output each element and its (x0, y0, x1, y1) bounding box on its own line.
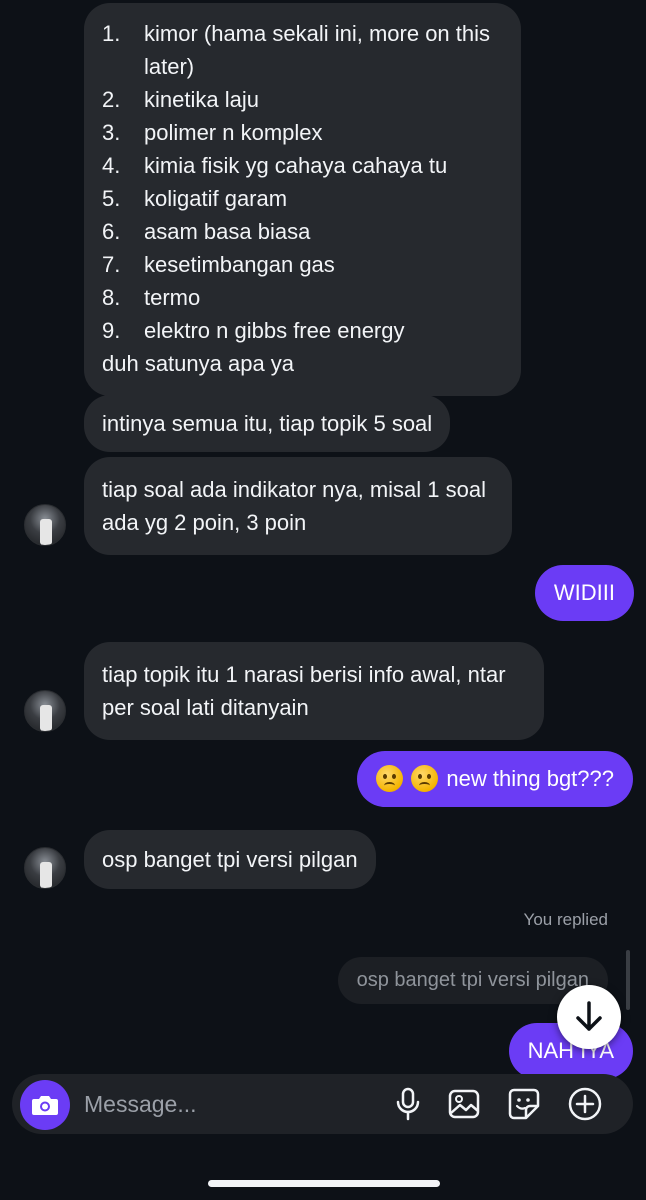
sticker-button[interactable] (506, 1086, 542, 1122)
list-item: 9. elektro n gibbs free energy (102, 318, 405, 343)
image-icon (448, 1089, 480, 1119)
list-item: 5. koligatif garam (102, 186, 288, 211)
message-input[interactable] (84, 1088, 374, 1120)
message-bubble-topic-list[interactable]: 1. kimor (hama sekali ini, more on this … (84, 3, 521, 396)
home-indicator[interactable] (208, 1180, 440, 1187)
list-item: 1. kimor (hama sekali ini, more on this … (102, 21, 491, 79)
microphone-icon (396, 1087, 420, 1121)
reply-bar (626, 950, 630, 1010)
plus-circle-icon (568, 1087, 602, 1121)
avatar[interactable] (24, 690, 66, 732)
scroll-to-bottom-button[interactable] (557, 985, 621, 1049)
message-footer-text: duh satunya apa ya (102, 351, 295, 376)
worried-face-emoji (376, 765, 404, 792)
message-text: intinya semua itu, tiap topik 5 soal (102, 411, 433, 436)
arrow-down-icon (576, 1001, 602, 1031)
avatar[interactable] (24, 504, 66, 546)
message-text: tiap soal ada indikator nya, misal 1 soa… (102, 477, 486, 535)
list-item: 4. kimia fisik yg cahaya cahaya tu (102, 153, 448, 178)
add-button[interactable] (567, 1086, 603, 1122)
chat-screen: 1. kimor (hama sekali ini, more on this … (0, 0, 646, 1200)
message-text: WIDIII (553, 580, 615, 605)
camera-icon (32, 1096, 58, 1115)
message-bubble[interactable]: osp banget tpi versi pilgan (84, 830, 376, 889)
list-item: 2. kinetika laju (102, 87, 259, 112)
message-text: tiap topik itu 1 narasi berisi info awal… (102, 662, 506, 720)
gallery-button[interactable] (446, 1086, 482, 1122)
message-bubble-sent[interactable]: WIDIII (534, 565, 634, 621)
message-bubble[interactable]: intinya semua itu, tiap topik 5 soal (84, 395, 451, 452)
message-bubble[interactable]: tiap soal ada indikator nya, misal 1 soa… (84, 457, 512, 555)
list-item: 6. asam basa biasa (102, 219, 311, 244)
message-text: new thing bgt??? (446, 766, 614, 791)
microphone-button[interactable] (390, 1086, 426, 1122)
reply-label: You replied (523, 910, 608, 929)
list-item: 8. termo (102, 285, 201, 310)
camera-button[interactable] (20, 1080, 70, 1130)
list-item: 7. kesetimbangan gas (102, 252, 335, 277)
message-bubble[interactable]: tiap topik itu 1 narasi berisi info awal… (84, 642, 544, 740)
avatar[interactable] (24, 847, 66, 889)
message-composer (12, 1074, 633, 1134)
message-bubble-sent[interactable]: new thing bgt??? (357, 751, 633, 807)
message-text: osp banget tpi versi pilgan (102, 847, 358, 872)
list-item: 3. polimer n komplex (102, 120, 323, 145)
sticker-icon (508, 1088, 540, 1120)
worried-face-emoji (411, 765, 439, 792)
